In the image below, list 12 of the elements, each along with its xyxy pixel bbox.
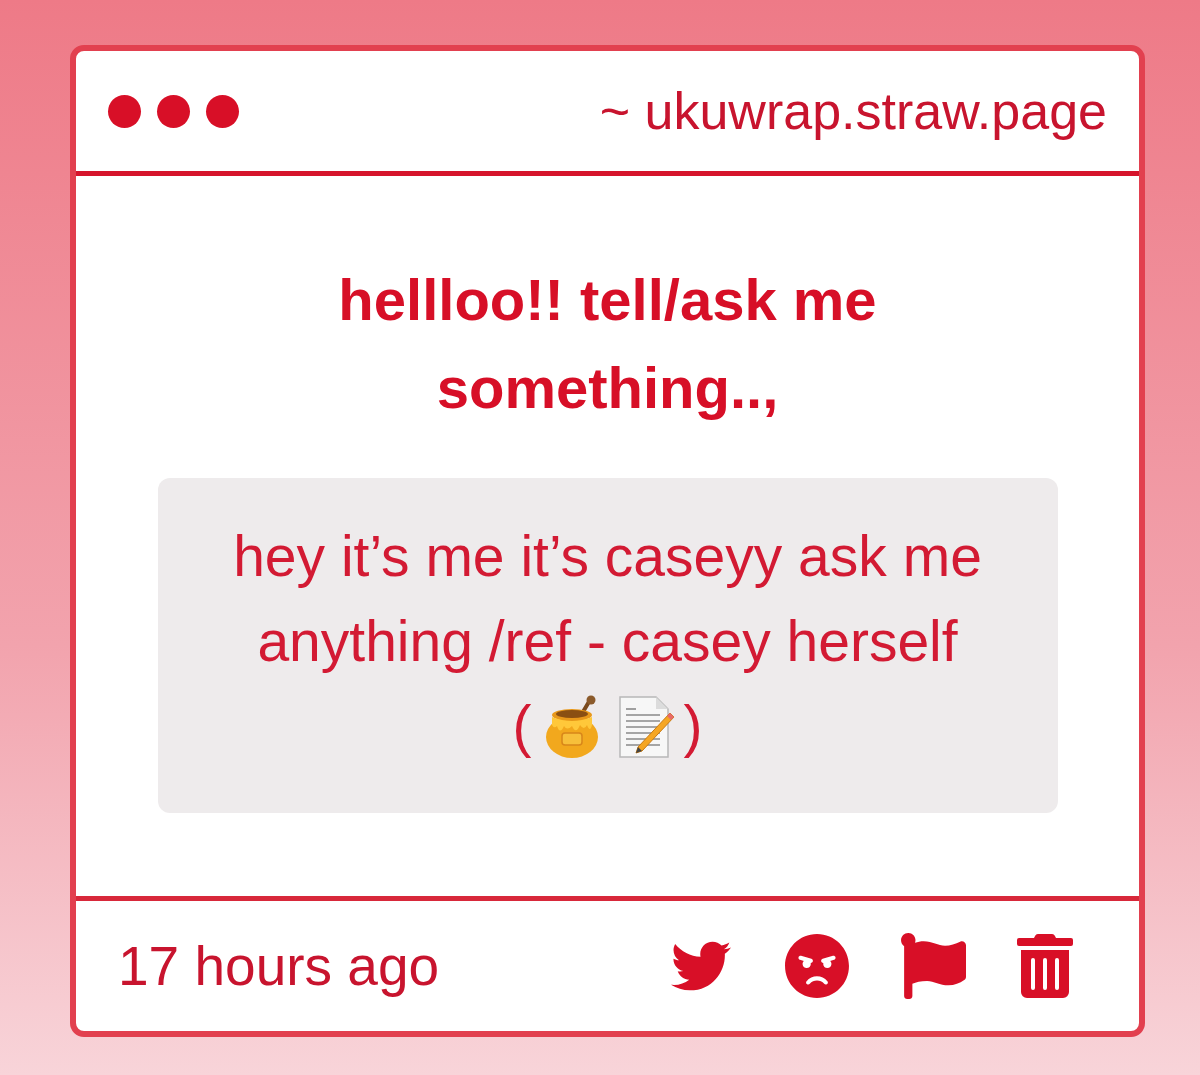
parenthesis-text: ) <box>683 693 703 760</box>
trash-icon <box>1017 933 1073 999</box>
address-text: ~ ukuwrap.straw.page <box>599 81 1107 141</box>
prompt-title: hellloo!! tell/ask me something.., <box>337 266 878 422</box>
time-text: 17 hours ago <box>118 934 440 998</box>
message-text: hey it’s me it’s caseyy ask me anything /ref - casey herself <box>232 523 983 675</box>
flag-icon <box>900 933 966 999</box>
delete-button[interactable] <box>1015 932 1075 1000</box>
parenthesis-text: ( <box>512 693 532 760</box>
angry-face-icon <box>784 933 850 999</box>
report-button[interactable] <box>899 932 967 1000</box>
reaction-button[interactable] <box>783 932 851 1000</box>
